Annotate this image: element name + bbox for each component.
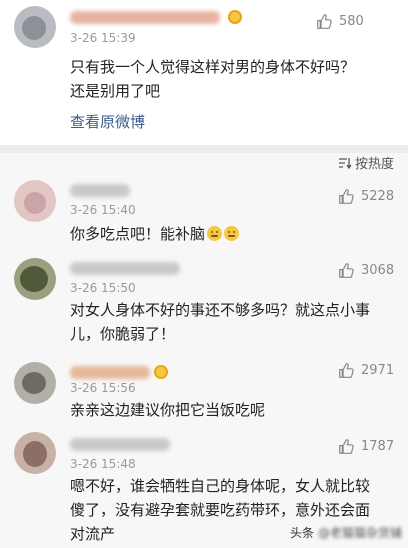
comment-like-count: 5228 — [361, 189, 395, 204]
thumbs-up-icon — [339, 263, 354, 278]
comment-timestamp: 3-26 15:56 — [70, 381, 136, 395]
comment-like-button[interactable]: 5228 — [338, 188, 394, 205]
watermark: 头条 @老猫猫杂货铺 — [290, 524, 402, 541]
smile-emoji-icon — [224, 226, 240, 241]
thumbs-up-icon — [339, 189, 354, 204]
original-post: 3-26 15:39 580 只有我一个人觉得这样对男的身体不好吗？ 还是别用了… — [0, 0, 408, 145]
comment-username-blurred[interactable] — [70, 184, 130, 197]
smile-emoji-icon — [207, 226, 223, 241]
sort-by-hot-button[interactable]: 按热度 — [338, 153, 394, 172]
thumbs-up-icon — [339, 439, 354, 454]
comment-text-line2: 傻了，没有避孕套就要吃药带环，意外还会面 — [70, 501, 371, 519]
vip-badge-icon — [154, 365, 168, 379]
post-text-line2: 还是别用了吧 — [70, 82, 161, 100]
comment-text: 你多吃点吧！能补脑 — [70, 222, 240, 246]
comment-timestamp: 3-26 15:50 — [70, 281, 136, 295]
comment-username-blurred[interactable] — [70, 438, 170, 451]
comment-username-blurred[interactable] — [70, 262, 180, 275]
post-timestamp: 3-26 15:39 — [70, 31, 136, 45]
comment-text-line1: 对女人身体不好的事还不够多吗？就这点小事 — [70, 301, 371, 319]
view-original-link[interactable]: 查看原微博 — [70, 111, 145, 132]
comment-avatar[interactable] — [14, 432, 56, 474]
comment-text-line3: 对流产 — [70, 525, 116, 543]
post-like-count: 580 — [339, 14, 364, 29]
comment-avatar[interactable] — [14, 362, 56, 404]
comment-avatar[interactable] — [14, 180, 56, 222]
sort-lines-icon — [338, 157, 352, 169]
section-divider — [0, 145, 408, 153]
sort-label: 按热度 — [354, 157, 394, 172]
comment-like-button[interactable]: 1787 — [338, 438, 394, 455]
comment-text-line2: 儿，你脆弱了！ — [70, 325, 176, 343]
post-text-line1: 只有我一个人觉得这样对男的身体不好吗？ — [70, 58, 356, 76]
vip-badge-icon — [228, 10, 242, 24]
comment-text-line1: 亲亲这边建议你把它当饭吃呢 — [70, 401, 266, 419]
post-avatar[interactable] — [14, 6, 56, 48]
comment-like-count: 3068 — [361, 263, 395, 278]
comment-avatar[interactable] — [14, 258, 56, 300]
comment-timestamp: 3-26 15:48 — [70, 457, 136, 471]
comment-username-blurred[interactable] — [70, 366, 150, 379]
comment-like-count: 1787 — [361, 439, 395, 454]
thumbs-up-icon — [317, 14, 332, 29]
sort-bar: 按热度 — [0, 153, 408, 175]
watermark-handle: @老猫猫杂货铺 — [317, 526, 402, 540]
post-username-blurred[interactable] — [70, 11, 220, 24]
watermark-prefix: 头条 — [289, 526, 314, 540]
comment-like-button[interactable]: 3068 — [338, 262, 394, 279]
thumbs-up-icon — [339, 363, 354, 378]
post-like-button[interactable]: 580 — [316, 13, 364, 30]
comment-like-button[interactable]: 2971 — [338, 362, 394, 379]
comment-timestamp: 3-26 15:40 — [70, 203, 136, 217]
comment-text-line1: 嗯不好，谁会牺牲自己的身体呢，女人就比较 — [70, 477, 371, 495]
comment-like-count: 2971 — [361, 363, 395, 378]
